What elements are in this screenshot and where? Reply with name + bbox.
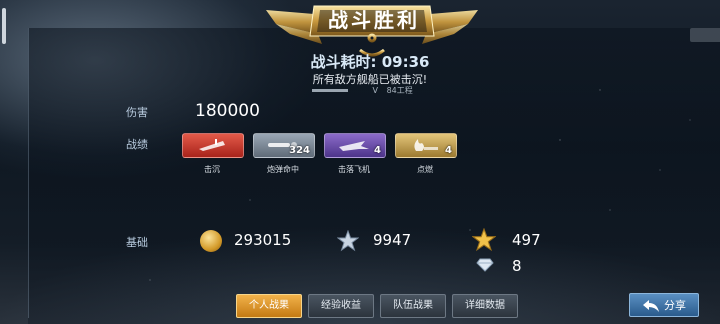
achievement-label: 击沉	[204, 165, 220, 174]
achievement-count: 324	[289, 145, 310, 156]
gold-star-icon	[472, 228, 496, 252]
coin-value: 293015	[234, 231, 292, 249]
achievement-label: 击落飞机	[338, 165, 370, 174]
ship-info: V 84工程	[312, 85, 413, 96]
tab-personal-results[interactable]: 个人战果	[236, 294, 302, 318]
share-arrow-icon	[643, 300, 659, 312]
achievement-plane-shot[interactable]: 4	[324, 133, 386, 158]
tab-team-results[interactable]: 队伍战果	[380, 294, 446, 318]
achievement-label: 炮弹命中	[267, 165, 299, 174]
achievement-count: 4	[445, 145, 452, 156]
exp-value: 9947	[373, 231, 412, 249]
diamond-value: 8	[512, 257, 522, 275]
side-handle[interactable]	[2, 8, 6, 44]
victory-title: 战斗胜利	[328, 8, 420, 32]
ship-class: V	[372, 86, 379, 95]
plane-shot-icon	[339, 141, 369, 151]
damage-label: 伤害	[126, 106, 148, 119]
achievement-count: 4	[374, 145, 381, 156]
collapse-tab[interactable]	[690, 28, 720, 42]
share-button[interactable]: 分享	[629, 293, 699, 317]
fire-icon	[414, 139, 438, 151]
achievement-shell-hit[interactable]: 324	[253, 133, 315, 158]
tab-detailed-data[interactable]: 详细数据	[452, 294, 518, 318]
tab-exp-gains[interactable]: 经验收益	[308, 294, 374, 318]
share-label: 分享	[664, 299, 686, 312]
star-points-value: 497	[512, 231, 541, 249]
diamond-icon	[476, 258, 494, 272]
battle-time: 战斗耗时: 09:36	[310, 53, 430, 71]
achievement-fire[interactable]: 4	[395, 133, 457, 158]
ship-silhouette-icon	[312, 89, 348, 92]
ship-name: 84工程	[386, 86, 413, 95]
record-label: 战绩	[126, 138, 148, 151]
panel-divider	[28, 28, 29, 318]
base-label: 基础	[126, 236, 148, 249]
exp-star-icon	[337, 230, 359, 252]
result-tabs: 个人战果 经验收益 队伍战果 详细数据	[236, 294, 518, 318]
sinking-ship-icon	[199, 139, 225, 151]
achievement-label: 点燃	[417, 165, 433, 174]
coin-icon	[200, 230, 222, 252]
damage-value: 180000	[195, 101, 260, 121]
achievement-sink[interactable]	[182, 133, 244, 158]
